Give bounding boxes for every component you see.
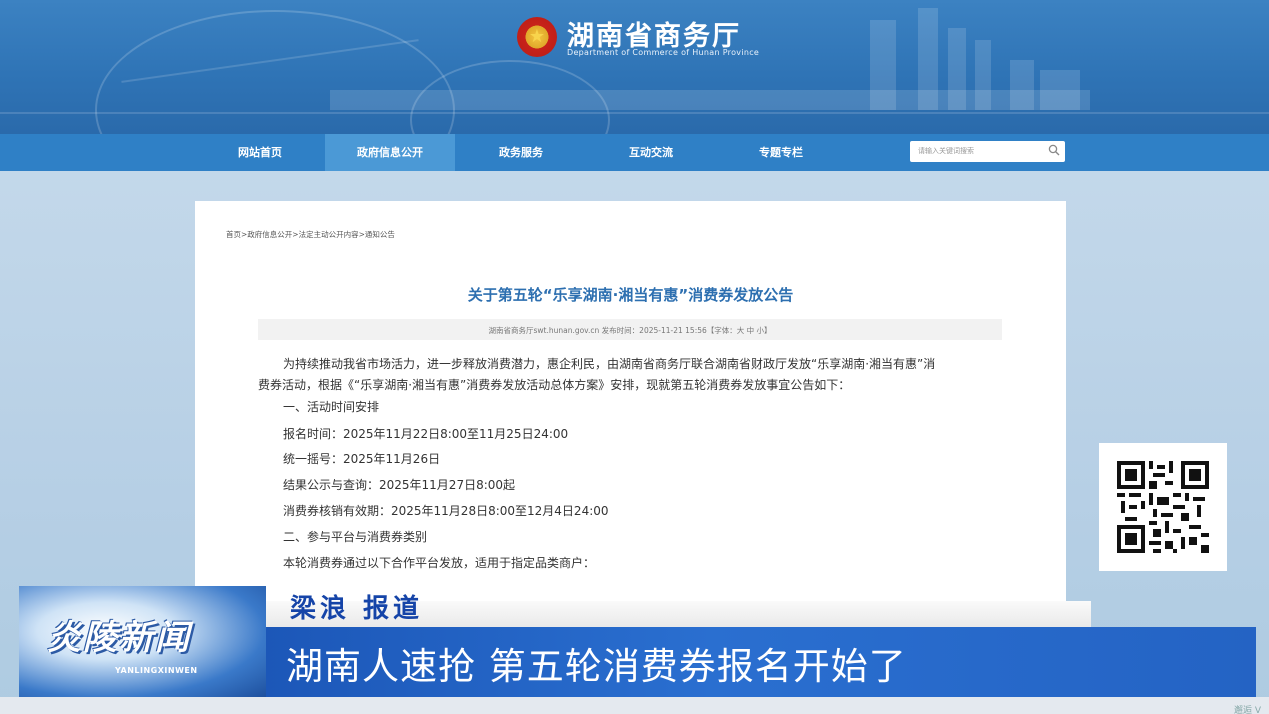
section-heading: 一、活动时间安排	[283, 400, 380, 414]
article-paragraph: 费券活动，根据《“乐享湖南·湘当有惠”消费券发放活动总体方案》安排，现就第五轮消…	[258, 378, 851, 392]
nav-item-topics[interactable]: 专题专栏	[716, 134, 846, 171]
program-logo: 炎陵新闻	[47, 618, 191, 658]
news-headline: 湖南人速抢 第五轮消费券报名开始了	[286, 645, 907, 688]
article-line: 统一摇号：2025年11月26日	[283, 452, 441, 466]
article-meta: 湖南省商务厅swt.hunan.gov.cn 发布时间：2025-11-21 1…	[488, 326, 772, 335]
nav-item-services[interactable]: 政务服务	[456, 134, 586, 171]
watermark: 邂逅 V	[1234, 706, 1262, 714]
search-input[interactable]: 请输入关键词搜索	[910, 141, 1065, 162]
national-emblem-icon[interactable]: ★	[517, 17, 557, 57]
breadcrumb[interactable]: 首页>政府信息公开>法定主动公开内容>通知公告	[226, 229, 395, 240]
article-paragraph: 为持续推动我省市场活力，进一步释放消费潜力，惠企利民，由湖南省商务厅联合湖南省财…	[283, 357, 936, 371]
section-heading: 二、参与平台与消费券类别	[283, 530, 428, 544]
search-icon[interactable]	[1048, 144, 1060, 156]
main-nav: 网站首页 政府信息公开 政务服务 互动交流 专题专栏	[0, 134, 1269, 171]
bottom-strip	[0, 697, 1269, 714]
site-subtitle: Department of Commerce of Hunan Province	[567, 48, 760, 57]
qr-code-icon[interactable]	[1117, 461, 1209, 553]
article-line: 结果公示与查询：2025年11月27日8:00起	[283, 478, 516, 492]
reporter-credit: 梁浪 报道	[290, 594, 424, 624]
search-placeholder: 请输入关键词搜索	[918, 147, 974, 155]
nav-item-home[interactable]: 网站首页	[195, 134, 325, 171]
nav-item-gov-info[interactable]: 政府信息公开	[325, 134, 455, 171]
article-line: 报名时间：2025年11月22日8:00至11月25日24:00	[283, 427, 569, 441]
program-logo-subtitle: YANLINGXINWEN	[115, 666, 198, 675]
article-title: 关于第五轮“乐享湖南·湘当有惠”消费券发放公告	[467, 286, 794, 304]
article-line: 消费券核销有效期：2025年11月28日8:00至12月4日24:00	[283, 504, 609, 518]
article-line: 本轮消费券通过以下合作平台发放，适用于指定品类商户：	[283, 556, 596, 570]
nav-item-interaction[interactable]: 互动交流	[586, 134, 716, 171]
